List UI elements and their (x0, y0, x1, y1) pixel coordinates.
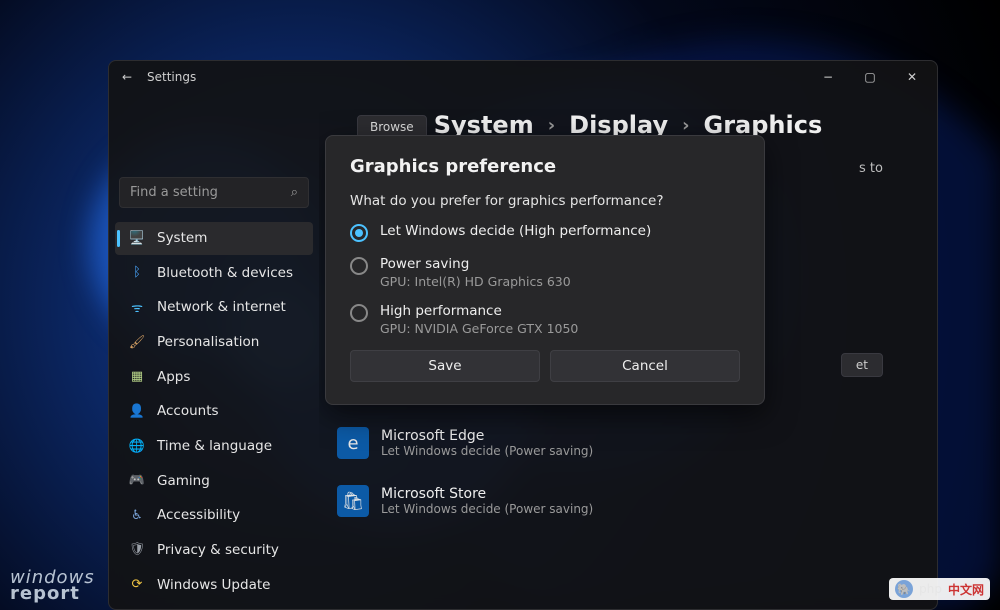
option-let-windows-decide[interactable]: Let Windows decide (High performance) (350, 223, 740, 242)
reset-button-partial[interactable]: et (841, 353, 883, 377)
sidebar-item-accounts-icon: 👤 (129, 403, 145, 419)
sidebar-item-network[interactable]: ᯤ Network & internet (115, 291, 313, 324)
sidebar-item-time-language[interactable]: 🌐 Time & language (115, 430, 313, 463)
sidebar-item-apps[interactable]: ▦ Apps (115, 360, 313, 393)
sidebar: Find a setting ⌕ 🖥️ System ᛒ Bluetooth & de… (109, 93, 319, 609)
sidebar-item-label: Network & internet (157, 299, 286, 315)
search-icon: ⌕ (291, 185, 298, 200)
radio-icon (350, 224, 368, 242)
sidebar-item-label: Personalisation (157, 334, 259, 350)
option-power-saving[interactable]: Power saving GPU: Intel(R) HD Graphics 63… (350, 256, 740, 289)
search-placeholder: Find a setting (130, 185, 218, 200)
sidebar-item-label: Accounts (157, 403, 219, 419)
main-content: System › Display › Graphics Browse s to … (319, 93, 937, 609)
app-icon: e (337, 427, 369, 459)
sidebar-item-label: Windows Update (157, 577, 270, 593)
sidebar-item-time-language-icon: 🌐 (129, 438, 145, 454)
app-name: Microsoft Edge (381, 428, 593, 444)
sidebar-item-label: System (157, 230, 207, 246)
sidebar-item-personalisation[interactable]: 🖌 Personalisation (115, 326, 313, 359)
app-list: eMicrosoft EdgeLet Windows decide (Power… (331, 419, 917, 525)
sidebar-item-accessibility-icon: ♿ (129, 507, 145, 523)
sidebar-item-label: Time & language (157, 438, 272, 454)
sidebar-item-label: Bluetooth & devices (157, 265, 293, 281)
minimize-button[interactable]: − (807, 62, 849, 92)
option-sublabel: GPU: NVIDIA GeForce GTX 1050 (380, 321, 578, 336)
sidebar-item-bluetooth[interactable]: ᛒ Bluetooth & devices (115, 257, 313, 290)
dialog-question: What do you prefer for graphics performa… (350, 193, 740, 209)
sidebar-item-system[interactable]: 🖥️ System (115, 222, 313, 255)
sidebar-item-update[interactable]: ⟳ Windows Update (115, 568, 313, 601)
close-button[interactable]: ✕ (891, 62, 933, 92)
option-sublabel: GPU: Intel(R) HD Graphics 630 (380, 274, 571, 289)
sidebar-item-privacy[interactable]: 🛡 Privacy & security (115, 534, 313, 567)
sidebar-item-accounts[interactable]: 👤 Accounts (115, 395, 313, 428)
graphics-preference-dialog: Graphics preference What do you prefer f… (325, 135, 765, 405)
cancel-button[interactable]: Cancel (550, 350, 740, 382)
watermark-php-cn: 🐘 php 中文网 (889, 578, 990, 600)
sidebar-item-label: Apps (157, 369, 190, 385)
sidebar-item-network-icon: ᯤ (129, 299, 145, 315)
maximize-button[interactable]: ▢ (849, 62, 891, 92)
sidebar-item-personalisation-icon: 🖌 (129, 334, 145, 350)
search-input[interactable]: Find a setting ⌕ (119, 177, 309, 208)
option-label: Power saving (380, 256, 571, 272)
elephant-icon: 🐘 (895, 580, 913, 598)
background-text-fragment: s to (859, 161, 883, 176)
radio-icon (350, 304, 368, 322)
watermark-windowsreport: windowsreport (10, 570, 95, 602)
sidebar-item-gaming-icon: 🎮 (129, 473, 145, 489)
sidebar-item-update-icon: ⟳ (129, 577, 145, 593)
sidebar-item-privacy-icon: 🛡 (129, 542, 145, 558)
sidebar-item-gaming[interactable]: 🎮 Gaming (115, 464, 313, 497)
back-button[interactable]: ← (119, 69, 135, 85)
sidebar-item-label: Accessibility (157, 507, 240, 523)
titlebar-controls: − ▢ ✕ (807, 62, 933, 92)
app-icon: 🛍 (337, 485, 369, 517)
chevron-right-icon: › (548, 115, 555, 136)
radio-icon (350, 257, 368, 275)
app-row-store[interactable]: 🛍 Microsoft StoreLet Windows decide (Powe… (331, 477, 917, 525)
sidebar-item-system-icon: 🖥️ (129, 230, 145, 246)
sidebar-item-label: Privacy & security (157, 542, 279, 558)
sidebar-nav: 🖥️ System ᛒ Bluetooth & devices ᯤ Network & i… (115, 222, 313, 601)
app-sublabel: Let Windows decide (Power saving) (381, 502, 593, 516)
settings-window: ← Settings − ▢ ✕ Find a setting ⌕ 🖥️ Syst… (108, 60, 938, 610)
chevron-right-icon: › (682, 115, 689, 136)
sidebar-item-bluetooth-icon: ᛒ (129, 265, 145, 281)
app-row-edge[interactable]: e Microsoft EdgeLet Windows decide (Power… (331, 419, 917, 467)
sidebar-item-apps-icon: ▦ (129, 369, 145, 385)
app-name: Microsoft Store (381, 486, 593, 502)
titlebar: ← Settings − ▢ ✕ (109, 61, 937, 93)
option-label: High performance (380, 303, 578, 319)
save-button[interactable]: Save (350, 350, 540, 382)
option-high-performance[interactable]: High performance GPU: NVIDIA GeForce GTX … (350, 303, 740, 336)
dialog-options: Let Windows decide (High performance) Pow… (350, 223, 740, 336)
sidebar-item-label: Gaming (157, 473, 210, 489)
sidebar-item-accessibility[interactable]: ♿ Accessibility (115, 499, 313, 532)
dialog-title: Graphics preference (350, 156, 740, 177)
window-title: Settings (147, 70, 196, 84)
app-sublabel: Let Windows decide (Power saving) (381, 444, 593, 458)
option-label: Let Windows decide (High performance) (380, 223, 651, 239)
titlebar-left: ← Settings (119, 69, 196, 85)
dialog-actions: Save Cancel (350, 350, 740, 382)
